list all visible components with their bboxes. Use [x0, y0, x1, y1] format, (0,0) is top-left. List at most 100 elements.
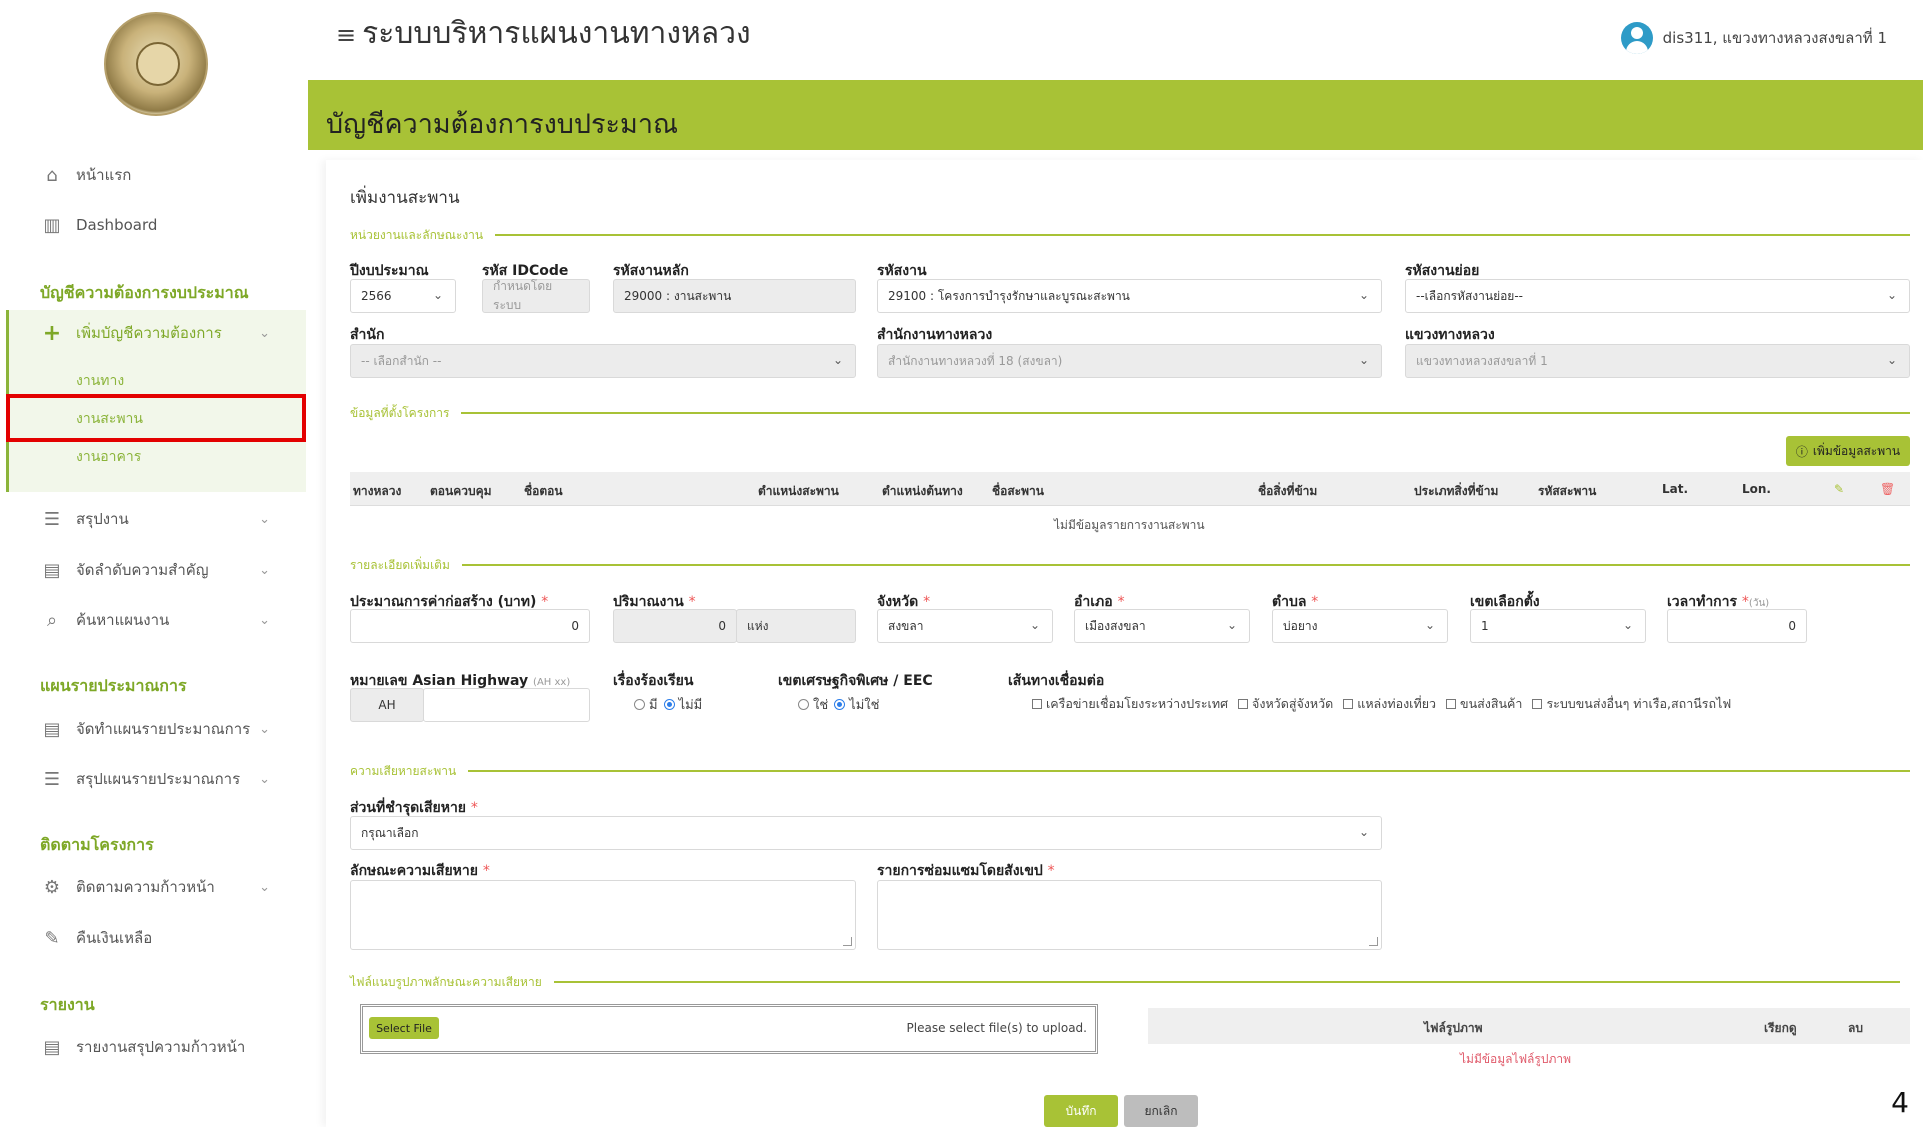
section-report: รายงาน [40, 995, 95, 1014]
office-label: สำนักงานทางหลวง [877, 327, 993, 343]
chevron-down-icon: ⌄ [1424, 618, 1435, 632]
search-icon: ⌕ [46, 609, 58, 631]
district-select: แขวงทางหลวงสงขลาที่ 1 ⌄ [1405, 344, 1910, 378]
link-checkbox-3[interactable] [1446, 699, 1457, 709]
info-icon: ⓘ [1795, 444, 1808, 459]
nav-summary-plan[interactable]: ☰ สรุปแผนรายประมาณการ ⌄ [40, 764, 270, 794]
sublink-road[interactable]: งานทาง [76, 370, 124, 392]
bridge-table-empty: ไม่มีข้อมูลรายการงานสะพาน [1054, 518, 1205, 532]
chevron-down-icon: ⌄ [259, 562, 270, 578]
edit-icon: ✎ [44, 927, 60, 949]
chevron-down-icon: ⌄ [1226, 618, 1237, 632]
avatar [1620, 22, 1653, 54]
chevron-down-icon: ⌄ [432, 288, 443, 302]
duration-input[interactable]: 0 [1667, 609, 1807, 643]
qty-input: 0 [613, 609, 737, 643]
eec-yes-radio[interactable] [798, 699, 809, 710]
bar-chart-icon: ▥ [43, 214, 61, 236]
repair-textarea[interactable] [877, 880, 1382, 950]
th-bridge-pos: ตำแหน่งสะพาน [758, 484, 839, 498]
th-view: เรียกดู [1764, 1021, 1797, 1035]
th-file: ไฟล์รูปภาพ [1424, 1021, 1483, 1035]
th-delete: ลบ [1848, 1021, 1863, 1035]
nav-track-progress[interactable]: ⚙ ติดตามความก้าวหน้า ⌄ [40, 872, 270, 902]
plus-icon: + [42, 320, 62, 346]
ah-prefix: AH [350, 688, 424, 722]
th-section: ชื่อตอน [524, 484, 563, 498]
tambon-select[interactable]: บ่อยาง ⌄ [1272, 609, 1448, 643]
th-origin-pos: ตำแหน่งต้นทาง [882, 484, 963, 498]
damage-desc-label: ลักษณะความเสียหาย * [350, 863, 490, 879]
trash-icon: 🗑 [1880, 482, 1896, 496]
chevron-down-icon: ⌄ [259, 325, 270, 341]
file-table-empty: ไม่มีข้อมูลไฟล์รูปภาพ [1460, 1052, 1572, 1066]
bureau-select: -- เลือกสำนัก -- ⌄ [350, 344, 856, 378]
nav-add-budget[interactable]: + เพิ่มบัญชีความต้องการ ⌄ [40, 318, 270, 348]
sub-code-select[interactable]: --เลือกรหัสงานย่อย-- ⌄ [1405, 279, 1910, 313]
office-select: สำนักงานทางหลวงที่ 18 (สงขลา) ⌄ [877, 344, 1382, 378]
select-file-button[interactable]: Select File [369, 1017, 439, 1039]
nav-priority[interactable]: ▤ จัดลำดับความสำคัญ ⌄ [40, 555, 270, 585]
user-menu[interactable]: dis311, แขวงทางหลวงสงขลาที่ 1 [1620, 22, 1887, 54]
upload-hint: Please select file(s) to upload. [906, 1021, 1087, 1035]
th-cross-type: ประเภทสิ่งที่ข้าม [1414, 484, 1499, 498]
highlight-box [6, 394, 306, 442]
add-bridge-button[interactable]: ⓘ เพิ่มข้อมูลสะพาน [1786, 436, 1910, 466]
complaint-label: เรื่องร้องเรียน [613, 673, 694, 689]
nav-report-progress[interactable]: ▤ รายงานสรุปความก้าวหน้า [40, 1032, 270, 1062]
legend-location: ข้อมูลที่ตั้งโครงการ [350, 406, 1910, 420]
chevron-down-icon: ⌄ [259, 771, 270, 787]
link-checkbox-2[interactable] [1343, 699, 1354, 709]
section-budget: บัญชีความต้องการงบประมาณ [40, 283, 249, 302]
chevron-down-icon: ⌄ [259, 612, 270, 628]
upload-box: Select File Please select file(s) to upl… [360, 1004, 1098, 1054]
ah-input[interactable] [423, 688, 590, 722]
th-lat: Lat. [1662, 482, 1689, 496]
damage-desc-textarea[interactable] [350, 880, 856, 950]
damaged-part-select[interactable]: กรุณาเลือก ⌄ [350, 816, 1382, 850]
eec-no-radio[interactable] [834, 699, 846, 710]
app-title: ≡ ระบบบริหารแผนงานทางหลวง [336, 16, 751, 51]
th-lon: Lon. [1742, 482, 1771, 496]
link-checkbox-0[interactable] [1032, 699, 1042, 709]
chevron-down-icon: ⌄ [1029, 618, 1040, 632]
legend-unit: หน่วยงานและลักษณะงาน [350, 228, 1910, 242]
menu-icon[interactable]: ≡ [336, 21, 356, 49]
constituency-select[interactable]: 1 ⌄ [1470, 609, 1646, 643]
link-checkbox-4[interactable] [1532, 699, 1543, 709]
nav-home[interactable]: ⌂ หน้าแรก [40, 160, 270, 190]
province-select[interactable]: สงขลา ⌄ [877, 609, 1053, 643]
cost-input[interactable]: 0 [350, 609, 590, 643]
sublink-building[interactable]: งานอาคาร [76, 446, 141, 468]
repair-label: รายการซ่อมแซมโดยสังเขป * [877, 863, 1055, 879]
fiscal-year-select[interactable]: 2566 ⌄ [350, 279, 456, 313]
complaint-radios: มี ไม่มี [628, 694, 702, 715]
chevron-down-icon: ⌄ [1886, 353, 1897, 367]
nav-dashboard[interactable]: ▥ Dashboard [40, 210, 270, 240]
save-button[interactable]: บันทึก [1044, 1095, 1118, 1127]
nav-refund[interactable]: ✎ คืนเงินเหลือ [40, 923, 270, 953]
complaint-no-radio[interactable] [663, 699, 675, 710]
chevron-down-icon: ⌄ [259, 721, 270, 737]
legend-files: ไฟล์แนบรูปภาพลักษณะความเสียหาย [350, 975, 1900, 989]
th-bridge-name: ชื่อสะพาน [992, 484, 1044, 498]
clipboard-icon: ▤ [43, 559, 61, 581]
nav-make-plan[interactable]: ▤ จัดทำแผนรายประมาณการ ⌄ [40, 714, 270, 744]
nav-summary[interactable]: ☰ สรุปงาน ⌄ [40, 504, 270, 534]
bridge-table-header: ทางหลวง ตอนควบคุม ชื่อตอน ตำแหน่งสะพาน ต… [350, 472, 1910, 506]
eec-radios: ใช่ ไม่ใช่ [792, 694, 879, 715]
page-number: 4 [1891, 1086, 1909, 1119]
cancel-button[interactable]: ยกเลิก [1124, 1095, 1198, 1127]
link-label: เส้นทางเชื่อมต่อ [1008, 673, 1105, 689]
nav-search-plan[interactable]: ⌕ ค้นหาแผนงาน ⌄ [40, 605, 270, 635]
sidebar: ⌂ หน้าแรก ▥ Dashboard บัญชีความต้องการงบปร… [0, 0, 306, 1127]
chevron-down-icon: ⌄ [832, 353, 843, 367]
complaint-yes-radio[interactable] [634, 699, 645, 710]
edit-icon: ✎ [1834, 482, 1845, 496]
section-track: ติดตามโครงการ [40, 835, 154, 854]
amphoe-select[interactable]: เมืองสงขลา ⌄ [1074, 609, 1250, 643]
home-icon: ⌂ [46, 164, 58, 186]
link-checkbox-1[interactable] [1238, 699, 1249, 709]
bureau-label: สำนัก [350, 327, 385, 343]
work-code-select[interactable]: 29100 : โครงการบำรุงรักษาและบูรณะสะพาน ⌄ [877, 279, 1382, 313]
